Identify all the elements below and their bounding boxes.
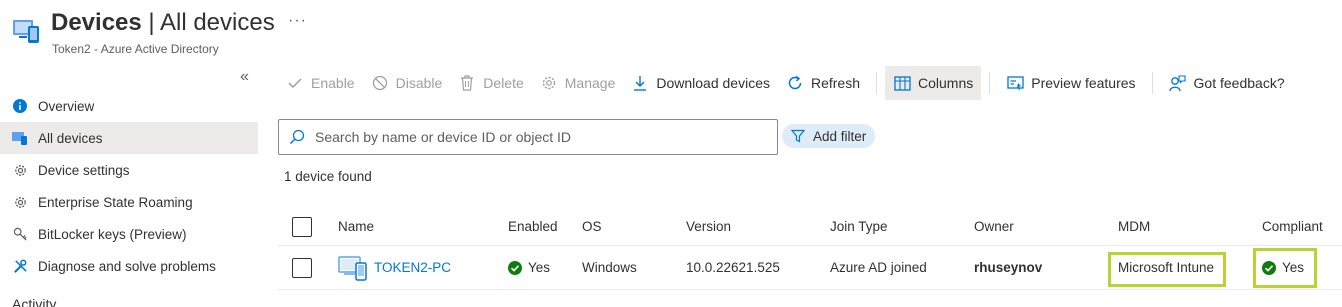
gear-icon [12,194,28,210]
refresh-button[interactable]: Refresh [778,66,868,100]
os-cell: Windows [582,260,637,275]
column-header-enabled[interactable]: Enabled [508,208,558,245]
disable-button[interactable]: Disable [363,66,451,100]
toolbar-divider [876,72,878,94]
enable-label: Enable [311,75,355,91]
checkmark-icon [286,74,304,92]
row-checkbox-cell [292,246,312,289]
join-type-cell: Azure AD joined [830,260,927,275]
trash-icon [458,74,476,92]
owner-cell: rhuseynov [974,260,1043,275]
columns-button[interactable]: Columns [885,66,982,100]
search-input[interactable] [315,129,755,145]
sidebar-item-label: Diagnose and solve problems [38,258,216,274]
key-icon [12,226,28,242]
preview-features-button[interactable]: Preview features [998,66,1143,100]
download-icon [631,74,649,92]
mdm-highlight-box [1108,252,1226,287]
sidebar-item-label: BitLocker keys (Preview) [38,226,187,242]
more-options-button[interactable]: ··· [288,12,307,30]
feedback-label: Got feedback? [1193,75,1285,91]
search-box[interactable] [278,119,778,155]
gear-icon [12,162,28,178]
column-header-compliant[interactable]: Compliant [1262,208,1323,245]
disable-label: Disable [395,75,443,91]
filter-icon [791,129,805,143]
manage-button[interactable]: Manage [532,66,624,100]
sidebar-item-label: All devices [38,130,103,146]
devices-blade-icon [12,16,40,44]
manage-label: Manage [564,75,616,91]
sidebar-item-all-devices[interactable]: All devices [0,122,258,154]
page-subtitle: Token2 - Azure Active Directory [52,42,219,56]
preview-icon [1006,74,1024,92]
page-title: Devices | All devices [51,9,275,37]
column-header-mdm[interactable]: MDM [1118,208,1150,245]
row-checkbox[interactable] [292,257,312,278]
columns-icon [893,74,911,92]
command-bar: Enable Disable Delete Manage Download de… [278,66,1293,100]
preview-features-label: Preview features [1031,75,1136,91]
success-check-icon [508,260,522,275]
search-icon [289,129,305,145]
page-title-main: Devices [51,9,142,36]
column-header-os[interactable]: OS [582,208,602,245]
select-all-checkbox[interactable] [292,216,312,237]
page-title-sub: | All devices [141,9,275,36]
delete-label: Delete [483,75,524,91]
info-icon [12,98,28,114]
device-name-cell: TOKEN2-PC [338,246,451,289]
sidebar-item-enterprise-state-roaming[interactable]: Enterprise State Roaming [0,186,258,218]
sidebar-item-overview[interactable]: Overview [0,90,258,122]
block-icon [371,74,389,92]
version-cell: 10.0.22621.525 [686,260,780,275]
enable-button[interactable]: Enable [278,66,363,100]
device-name-link[interactable]: TOKEN2-PC [374,260,451,275]
enabled-cell: Yes [508,246,550,289]
add-filter-button[interactable]: Add filter [782,124,876,148]
select-all-checkbox-cell [292,208,312,245]
columns-label: Columns [918,75,974,91]
gear-icon [540,74,558,92]
refresh-label: Refresh [810,75,861,91]
device-icon [338,254,368,282]
sidebar-section-activity: Activity [12,296,57,307]
wrench-icon [12,258,28,274]
column-header-join-type[interactable]: Join Type [830,208,888,245]
results-count: 1 device found [284,169,372,184]
feedback-button[interactable]: Got feedback? [1161,66,1293,100]
column-header-owner[interactable]: Owner [974,208,1014,245]
refresh-icon [786,74,804,92]
sidebar-item-label: Enterprise State Roaming [38,194,193,210]
add-filter-label: Add filter [813,128,867,144]
devices-icon [12,130,28,146]
column-header-name[interactable]: Name [338,208,374,245]
toolbar-divider [989,72,991,94]
collapse-sidebar-button[interactable]: « [240,68,249,86]
sidebar-item-bitlocker-keys[interactable]: BitLocker keys (Preview) [0,218,258,250]
compliant-highlight-box [1253,248,1317,288]
column-header-version[interactable]: Version [686,208,731,245]
enabled-value: Yes [528,260,551,275]
sidebar-item-device-settings[interactable]: Device settings [0,154,258,186]
download-devices-button[interactable]: Download devices [623,66,778,100]
sidebar-item-diagnose[interactable]: Diagnose and solve problems [0,250,258,282]
toolbar-divider [1151,72,1153,94]
table-header: Name Enabled OS Version Join Type Owner … [278,208,1342,246]
sidebar-item-label: Overview [38,98,95,114]
sidebar-item-label: Device settings [38,162,130,178]
delete-button[interactable]: Delete [450,66,531,100]
feedback-icon [1169,74,1187,92]
download-label: Download devices [656,75,770,91]
